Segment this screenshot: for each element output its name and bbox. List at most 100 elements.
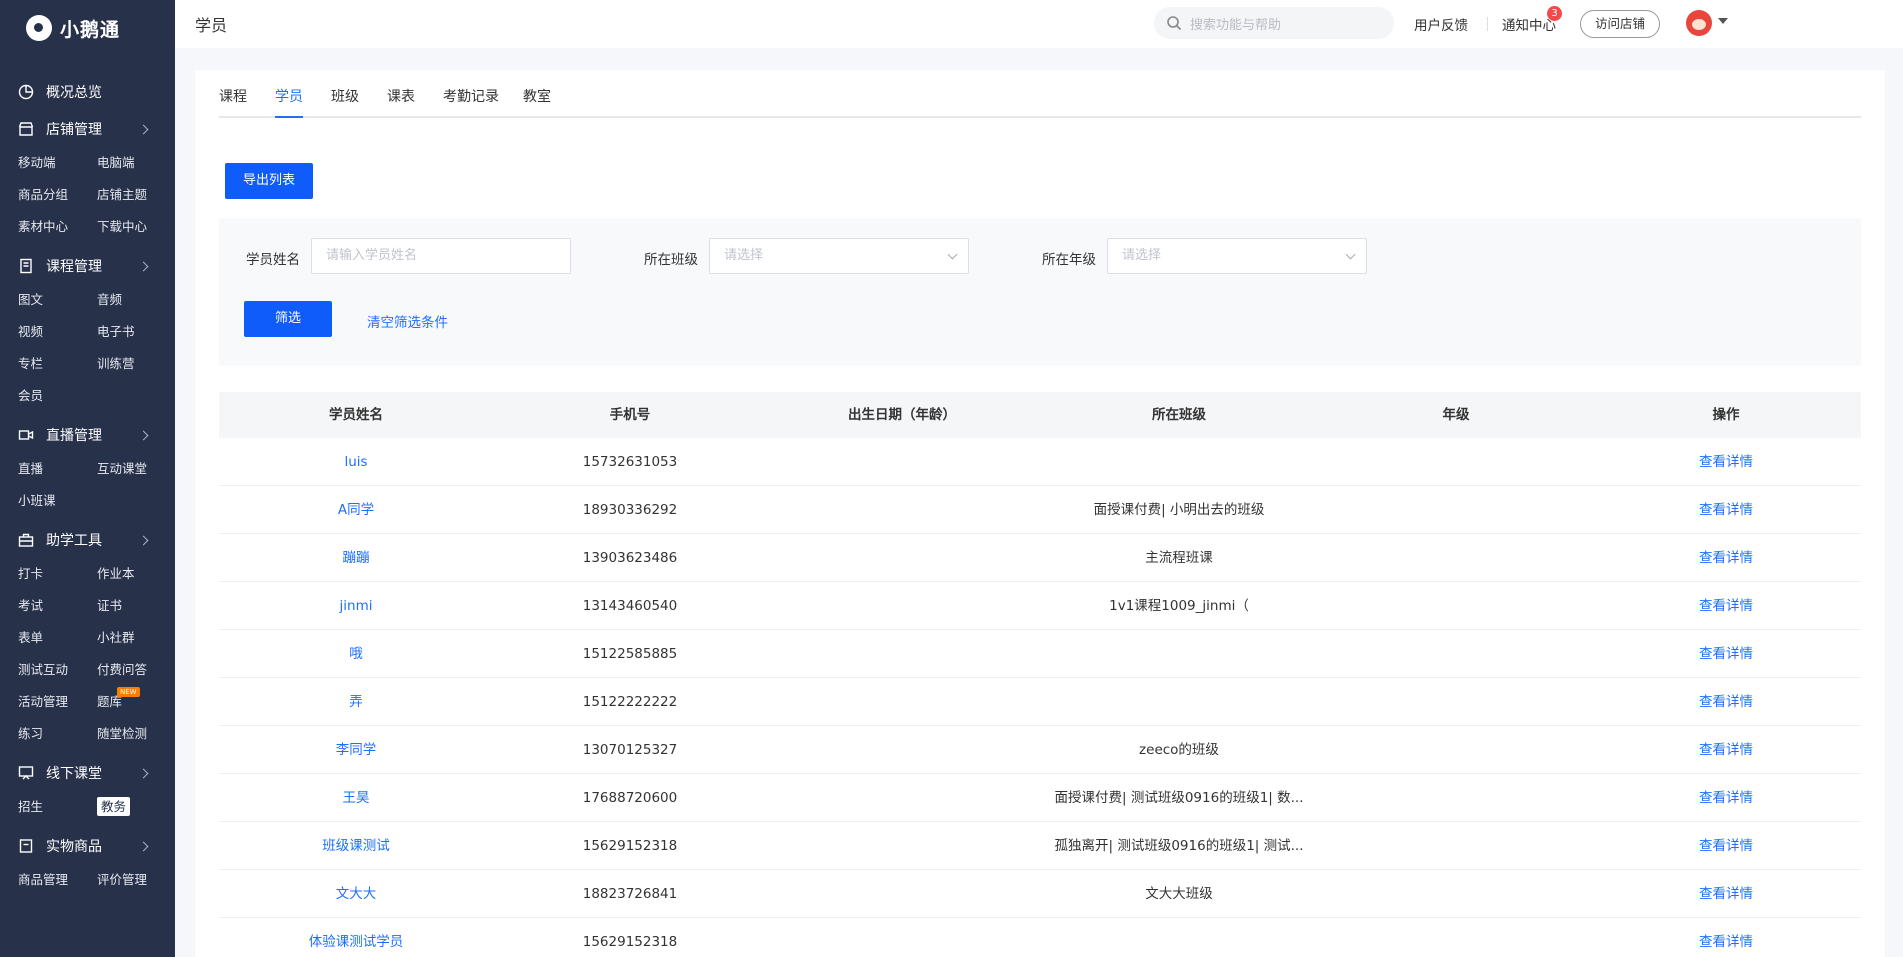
sidebar-item[interactable]: 招生	[18, 791, 97, 823]
grade-select[interactable]: 请选择	[1107, 238, 1367, 274]
tab-classroom[interactable]: 教室	[523, 86, 551, 118]
sidebar-item[interactable]: 音频	[97, 284, 175, 316]
sidebar-item[interactable]: 商品管理	[18, 864, 97, 896]
view-details-link[interactable]: 查看详情	[1591, 582, 1861, 629]
view-details-link[interactable]: 查看详情	[1591, 726, 1861, 773]
chevron-down-icon	[1345, 249, 1356, 260]
clear-filters-link[interactable]: 清空筛选条件	[367, 311, 448, 331]
sidebar-item[interactable]: 表单	[18, 622, 97, 654]
tab-course[interactable]: 课程	[219, 86, 247, 118]
sidebar-item[interactable]: 素材中心	[18, 211, 97, 243]
sidebar-item[interactable]: 活动管理	[18, 686, 97, 718]
view-details-link[interactable]: 查看详情	[1591, 678, 1861, 725]
view-details-link[interactable]: 查看详情	[1591, 822, 1861, 869]
book-icon	[18, 258, 34, 274]
tab-students[interactable]: 学员	[275, 86, 303, 118]
view-details-link[interactable]: 查看详情	[1591, 774, 1861, 821]
sidebar-group-header[interactable]: 助学工具	[18, 526, 157, 554]
class-cell: 面授课付费| 小明出去的班级	[1093, 502, 1265, 518]
sidebar-item[interactable]: 视频	[18, 316, 97, 348]
view-details-link[interactable]: 查看详情	[1591, 630, 1861, 677]
tab-attendance[interactable]: 考勤记录	[443, 86, 499, 118]
sidebar-group-header[interactable]: 线下课堂	[18, 759, 157, 787]
table-row: jinmi 13143460540 1v1课程1009_jinmi（ 查看详情	[219, 582, 1861, 630]
class-cell: 面授课付费| 测试班级0916的班级1| 数...	[1054, 790, 1304, 806]
view-details-link[interactable]: 查看详情	[1591, 918, 1861, 957]
view-details-link[interactable]: 查看详情	[1591, 870, 1861, 917]
sidebar-item[interactable]: 打卡	[18, 558, 97, 590]
view-details-link[interactable]: 查看详情	[1591, 534, 1861, 581]
class-select[interactable]: 请选择	[709, 238, 969, 274]
view-details-link[interactable]: 查看详情	[1591, 438, 1861, 485]
student-name-link[interactable]: luis	[219, 438, 493, 485]
caret-down-icon[interactable]	[1718, 18, 1728, 24]
tab-schedule[interactable]: 课表	[387, 86, 415, 118]
sidebar-item[interactable]: 题库 NEW	[97, 686, 175, 718]
sidebar-item-label: 小班课	[18, 493, 56, 508]
sidebar-item[interactable]: 测试互动	[18, 654, 97, 686]
birth-cell	[767, 534, 1037, 581]
sidebar-group: 实物商品商品管理 评价管理	[0, 832, 175, 896]
search-input[interactable]: 搜索功能与帮助	[1154, 7, 1394, 39]
sidebar-item[interactable]: 作业本	[97, 558, 175, 590]
sidebar-group-header[interactable]: 课程管理	[18, 252, 157, 280]
filter-button[interactable]: 筛选	[244, 301, 332, 337]
student-name-link[interactable]: 蹦蹦	[219, 534, 493, 581]
sidebar-item[interactable]: 直播	[18, 453, 97, 485]
sidebar-item[interactable]: 电脑端	[97, 147, 175, 179]
export-list-button[interactable]: 导出列表	[225, 163, 313, 199]
birth-cell	[767, 822, 1037, 869]
sidebar-item[interactable]: 商品分组	[18, 179, 97, 211]
student-name-link[interactable]: 班级课测试	[219, 822, 493, 869]
sidebar-item-overview[interactable]: 概况总览	[18, 78, 157, 106]
sidebar-item[interactable]: 下载中心	[97, 211, 175, 243]
grade-label: 所在年级	[1042, 252, 1096, 268]
sidebar-item-label: 下载中心	[97, 219, 148, 234]
sidebar-item[interactable]: 教务	[97, 791, 175, 823]
logo[interactable]: 小鹅通	[0, 0, 175, 56]
sidebar-item[interactable]: 互动课堂	[97, 453, 175, 485]
sidebar-group-header[interactable]: 店铺管理	[18, 115, 157, 143]
phone-cell: 15732631053	[582, 454, 678, 470]
sidebar-item[interactable]: 训练营	[97, 348, 175, 380]
sidebar-item[interactable]: 考试	[18, 590, 97, 622]
student-name-link[interactable]: jinmi	[219, 582, 493, 629]
sidebar-item-label: 概况总览	[46, 85, 102, 101]
sidebar-item[interactable]: 图文	[18, 284, 97, 316]
phone-cell: 15629152318	[582, 934, 678, 950]
sidebar-group-header[interactable]: 实物商品	[18, 832, 157, 860]
sidebar-item[interactable]: 移动端	[18, 147, 97, 179]
avatar[interactable]	[1686, 10, 1712, 36]
student-name-input[interactable]: 请输入学员姓名	[311, 238, 571, 274]
search-placeholder: 搜索功能与帮助	[1190, 17, 1282, 33]
sidebar-item-label: 表单	[18, 630, 44, 645]
sidebar-item[interactable]: 随堂检测	[97, 718, 175, 750]
student-name-link[interactable]: 王昊	[219, 774, 493, 821]
view-details-link[interactable]: 查看详情	[1591, 486, 1861, 533]
sidebar-group-header[interactable]: 直播管理	[18, 421, 157, 449]
sidebar-item[interactable]: 小社群	[97, 622, 175, 654]
visit-store-button[interactable]: 访问店铺	[1580, 10, 1660, 38]
grade-cell	[1321, 678, 1591, 725]
table-row: 蹦蹦 13903623486 主流程班课 查看详情	[219, 534, 1861, 582]
sidebar-item[interactable]: 会员	[18, 380, 97, 412]
sidebar-item[interactable]: 店铺主题	[97, 179, 175, 211]
student-name-link[interactable]: 文大大	[219, 870, 493, 917]
student-name-link[interactable]: 体验课测试学员	[219, 918, 493, 957]
sidebar-item[interactable]: 评价管理	[97, 864, 175, 896]
sidebar-item[interactable]: 电子书	[97, 316, 175, 348]
student-name-link[interactable]: 哦	[219, 630, 493, 677]
student-name-link[interactable]: 李同学	[219, 726, 493, 773]
sidebar-group-items: 招生 教务	[18, 791, 157, 823]
student-name-link[interactable]: 弄	[219, 678, 493, 725]
search-icon	[1167, 16, 1182, 31]
sidebar-item[interactable]: 证书	[97, 590, 175, 622]
student-name-link[interactable]: A同学	[219, 486, 493, 533]
sidebar-item[interactable]: 付费问答	[97, 654, 175, 686]
sidebar-item[interactable]: 练习	[18, 718, 97, 750]
feedback-link[interactable]: 用户反馈	[1414, 14, 1468, 34]
sidebar-item[interactable]: 专栏	[18, 348, 97, 380]
sidebar-item[interactable]: 小班课	[18, 485, 97, 517]
main-panel: 课程 学员 班级 课表 考勤记录 教室 导出列表 学员姓名 请输入学员姓名 所在…	[195, 70, 1885, 957]
tab-classes[interactable]: 班级	[331, 86, 359, 118]
